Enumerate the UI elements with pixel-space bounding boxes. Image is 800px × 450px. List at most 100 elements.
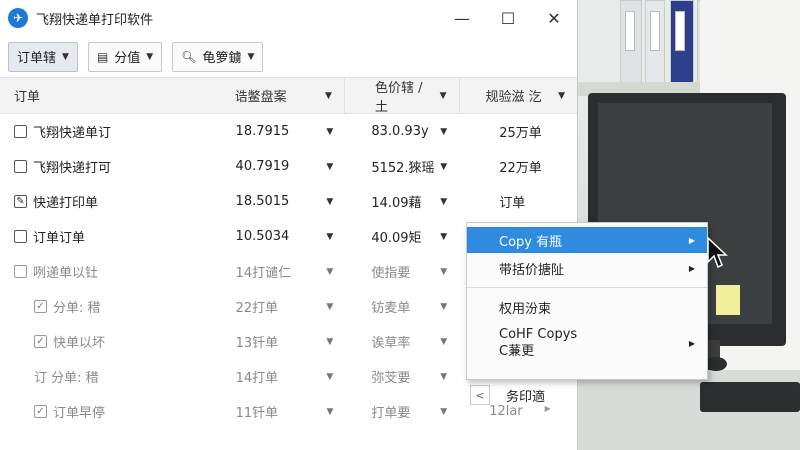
window-title: 飞翔快递单打印软件	[36, 12, 154, 28]
row-value-2: 40.7919	[235, 159, 290, 174]
background-mouse	[705, 357, 727, 371]
row-value-2: 10.5034	[235, 229, 290, 244]
row-value-4: 25万单	[499, 126, 542, 141]
table-row[interactable]: 飞翔快递打可 40.7919 ▼ 5152.猍瑶 ▼ 22万单	[0, 149, 577, 184]
row-8-value-4-area: < 务印適	[466, 380, 578, 410]
row-value-2: 18.7915	[235, 124, 290, 139]
caret-down-icon[interactable]: ▼	[440, 197, 447, 207]
maximize-button[interactable]: ☐	[485, 0, 531, 36]
context-menu-item-copy[interactable]: Copy 有瓶 ▶	[467, 227, 707, 253]
sort-caret-icon[interactable]: ▼	[558, 91, 565, 101]
row-value-3: 83.0.93y	[371, 124, 429, 139]
caret-down-icon[interactable]: ▼	[440, 162, 447, 172]
submenu-arrow-icon: ▶	[688, 338, 695, 348]
caret-down-icon[interactable]: ▼	[440, 232, 447, 242]
value-dropdown-label: 分值	[114, 51, 141, 66]
mouse-cursor-icon	[707, 236, 728, 269]
caret-down-icon[interactable]: ▼	[326, 197, 333, 207]
table-row[interactable]: ✎ 快递打印单 18.5015 ▼ 14.09藉 ▼ 订单	[0, 184, 577, 219]
caret-down-icon[interactable]: ▼	[326, 407, 333, 417]
column-header-3-label: 色价辖 / 土	[374, 80, 423, 115]
caret-down-icon[interactable]: ▼	[440, 127, 447, 137]
context-menu: Copy 有瓶 ▶ 带括价搪阯 ▶ 权用汾柬 CoHF Copys C蒹更 ▶	[466, 222, 708, 380]
row-checkbox[interactable]	[14, 160, 27, 173]
context-menu-item-label: Copy 有瓶	[499, 234, 563, 250]
value-dropdown-button[interactable]: ▤ 分值 ▼	[87, 41, 163, 72]
context-menu-item-label: 带括价搪阯	[499, 262, 565, 278]
context-menu-item-3[interactable]: 权用汾柬	[467, 292, 707, 322]
chevron-left-icon[interactable]: <	[470, 385, 490, 405]
sort-caret-icon[interactable]: ▼	[325, 91, 332, 101]
column-header-3[interactable]: 色价辖 / 土 ▼	[345, 77, 459, 115]
sort-caret-icon[interactable]: ▼	[440, 91, 447, 101]
caret-down-icon: ▼	[247, 51, 255, 62]
table-header: 订单 诰鳖盘案 ▼ 色价辖 / 土 ▼ 规验滋 汔 ▼	[0, 77, 577, 115]
column-header-4-label: 规验滋 汔	[485, 90, 542, 105]
row-checkbox[interactable]	[14, 125, 27, 138]
row-checkbox-checked[interactable]: ✓	[34, 300, 47, 313]
caret-down-icon[interactable]: ▼	[326, 267, 333, 277]
row-value-2: 18.5015	[235, 194, 290, 209]
row-value-3: 14.09藉	[371, 196, 422, 211]
row-name: 订 分单: 稓	[34, 371, 99, 386]
caret-down-icon[interactable]: ▼	[326, 372, 333, 382]
row-checkbox[interactable]	[14, 230, 27, 243]
row-name: 订单订单	[33, 231, 86, 246]
column-header-2[interactable]: 诰鳖盘案 ▼	[227, 86, 344, 105]
caret-down-icon: ▼	[62, 51, 69, 62]
row-value-3: 打单要	[371, 406, 411, 421]
row-name: 咧递单以钍	[33, 266, 99, 281]
row-name: 飞翔快递单订	[33, 126, 112, 141]
minimize-button[interactable]: —	[439, 0, 485, 36]
row-checkbox-checked[interactable]: ✓	[34, 405, 47, 418]
order-dropdown-label: 订单辖	[17, 51, 57, 66]
menu-separator	[467, 287, 707, 288]
row-value-2: 22打单	[235, 301, 279, 316]
search-icon: 🔍︎	[181, 49, 197, 64]
row-value-2: 14打谴仁	[235, 266, 292, 281]
submenu-arrow-icon: ▶	[688, 263, 695, 273]
row-value-2: 11钎单	[235, 406, 279, 421]
caret-down-icon[interactable]: ▼	[440, 372, 447, 382]
column-header-4[interactable]: 规验滋 汔 ▼	[460, 86, 577, 105]
row-checkbox-checked[interactable]: ✓	[34, 335, 47, 348]
table-row[interactable]: 飞翔快递单订 18.7915 ▼ 83.0.93y ▼ 25万单	[0, 114, 577, 149]
context-menu-item-label: CoHF Copys	[499, 327, 578, 342]
context-menu-item-2[interactable]: 带括价搪阯 ▶	[467, 253, 707, 283]
caret-down-icon: ▼	[146, 51, 154, 62]
close-button[interactable]: ✕	[531, 0, 577, 36]
row-checkbox[interactable]: ✎	[14, 195, 27, 208]
document-icon: ▤	[96, 49, 109, 64]
context-menu-item-label-block: CoHF Copys C蒹更	[499, 326, 577, 360]
row-name: 订单早停	[53, 406, 106, 421]
search-dropdown-button[interactable]: 🔍︎ 龟箩鐪 ▼	[172, 41, 264, 72]
context-menu-item-4[interactable]: CoHF Copys C蒹更 ▶	[467, 322, 707, 364]
row-value-4: 务印適	[506, 389, 546, 405]
caret-down-icon[interactable]: ▼	[326, 337, 333, 347]
caret-down-icon[interactable]: ▼	[326, 162, 333, 172]
search-dropdown-label: 龟箩鐪	[202, 51, 242, 66]
caret-down-icon[interactable]: ▼	[326, 302, 333, 312]
row-name: 飞翔快递打可	[33, 161, 112, 176]
caret-down-icon[interactable]: ▼	[440, 337, 447, 347]
caret-down-icon[interactable]: ▼	[440, 302, 447, 312]
caret-down-icon[interactable]: ▼	[326, 232, 333, 242]
caret-down-icon[interactable]: ▼	[440, 407, 447, 417]
column-header-2-label: 诰鳖盘案	[234, 90, 287, 105]
caret-down-icon[interactable]: ▼	[326, 127, 333, 137]
row-value-2: 13钎单	[235, 336, 279, 351]
row-value-3: 5152.猍瑶	[371, 161, 435, 176]
row-checkbox[interactable]	[14, 265, 27, 278]
background-keyboard	[700, 382, 800, 412]
row-value-3: 钫麦单	[371, 301, 411, 316]
row-value-4: 订单	[499, 196, 526, 211]
order-dropdown-button[interactable]: 订单辖 ▼	[8, 41, 78, 72]
title-bar: ✈ 飞翔快递单打印软件 — ☐ ✕	[0, 0, 577, 36]
row-name: 分单: 稓	[53, 301, 101, 316]
column-header-order[interactable]: 订单	[0, 86, 227, 105]
caret-down-icon[interactable]: ▼	[440, 267, 447, 277]
row-name: 快递打印单	[33, 196, 99, 211]
submenu-arrow-icon: ▶	[688, 235, 695, 245]
row-value-4: 22万单	[499, 161, 542, 176]
row-name: 快单以坏	[53, 336, 106, 351]
